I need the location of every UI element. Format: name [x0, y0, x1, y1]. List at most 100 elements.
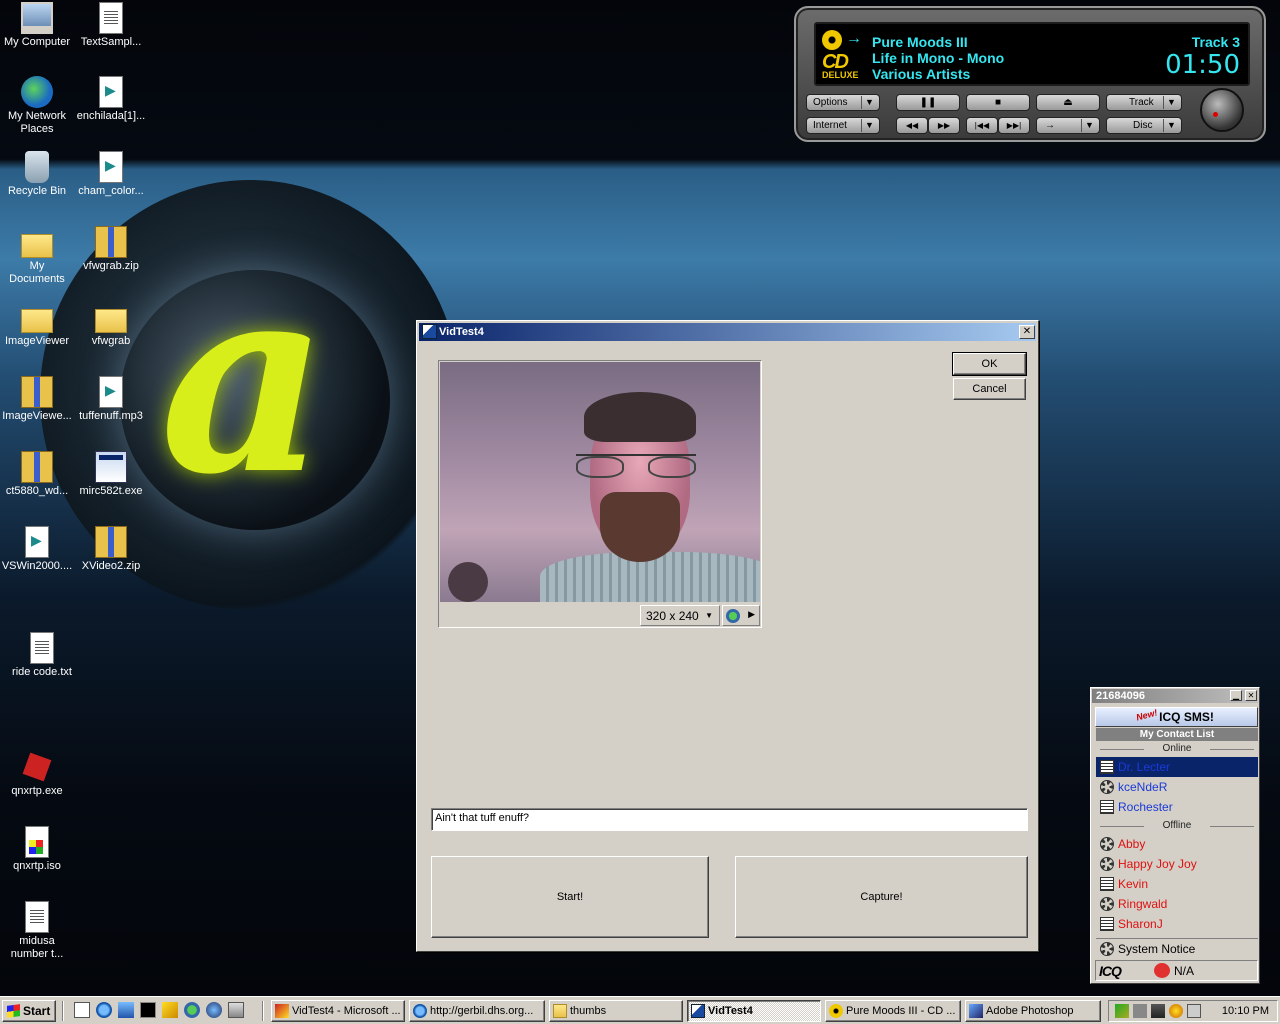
desktop-item-label: My Network Places	[7, 110, 67, 135]
system-notice-item[interactable]: System Notice	[1096, 938, 1258, 958]
icq-contact-window: 21684096 ▁ ✕ New! ICQ SMS! My Contact Li…	[1090, 687, 1260, 984]
web-contact-icon	[1100, 800, 1114, 814]
next-track-button[interactable]: ▶▶|	[998, 117, 1030, 134]
volume-knob[interactable]	[1200, 88, 1244, 132]
ct5880-desktop-item[interactable]: ct5880_wd...	[0, 451, 74, 498]
internet-button[interactable]: Internet ▼	[806, 117, 880, 134]
rewind-button[interactable]: ◀◀	[896, 117, 928, 134]
xvideo2-zip-icon	[95, 526, 127, 558]
quicklaunch-notepad-icon[interactable]	[74, 1002, 90, 1018]
taskbar-button-4[interactable]: Pure Moods III - CD ...	[825, 1000, 961, 1022]
quicklaunch-cmd-icon[interactable]	[140, 1002, 156, 1018]
cancel-button[interactable]: Cancel	[953, 378, 1026, 400]
my-documents-desktop-item[interactable]: My Documents	[0, 226, 74, 286]
start-button[interactable]: Start!	[431, 856, 709, 938]
next-track-icon: ▶▶|	[1006, 121, 1022, 130]
my-documents-icon	[21, 234, 53, 258]
eject-button[interactable]: ⏏	[1036, 94, 1100, 111]
status-icon[interactable]	[1154, 963, 1170, 978]
capture-button[interactable]: Capture!	[735, 856, 1028, 938]
status-text[interactable]: N/A	[1174, 964, 1194, 978]
midusa-desktop-item[interactable]: midusa number t...	[0, 901, 74, 961]
contact-item[interactable]: SharonJ	[1096, 914, 1258, 934]
disc-label: Disc	[1133, 120, 1153, 131]
ok-button[interactable]: OK	[952, 352, 1027, 376]
contact-item[interactable]: kceNdeR	[1096, 777, 1258, 797]
vswin2000-desktop-item[interactable]: VSWin2000....	[0, 526, 74, 573]
contact-item[interactable]: Ringwald	[1096, 894, 1258, 914]
fast-forward-button[interactable]: ▶▶	[928, 117, 960, 134]
quicklaunch-ie-icon[interactable]	[96, 1002, 112, 1018]
my-computer-desktop-item[interactable]: My Computer	[0, 2, 74, 49]
tray-speaker-icon[interactable]	[1187, 1004, 1201, 1018]
taskbar-button-3[interactable]: VidTest4	[687, 1000, 821, 1022]
options-button[interactable]: Options ▼	[806, 94, 880, 111]
ride-code-txt-desktop-item[interactable]: ride code.txt	[5, 632, 79, 679]
taskbar-button-1[interactable]: http://gerbil.dhs.org...	[409, 1000, 545, 1022]
quicklaunch-people-icon[interactable]	[206, 1002, 222, 1018]
taskbar-separator	[262, 1001, 264, 1021]
close-button[interactable]: ✕	[1019, 325, 1035, 339]
stop-icon: ■	[994, 97, 1002, 108]
track-button[interactable]: Track ▼	[1106, 94, 1182, 111]
desktop-item-label: ImageViewer	[5, 335, 69, 347]
start-button[interactable]: Start	[2, 1000, 56, 1022]
desktop-item-label: Recycle Bin	[7, 185, 67, 197]
icq-main-button[interactable]: ICQ	[1099, 963, 1122, 979]
quicklaunch-desktop-icon[interactable]	[118, 1002, 134, 1018]
song-title: Life in Mono - Mono	[872, 50, 1005, 66]
xvideo2-zip-desktop-item[interactable]: XVideo2.zip	[74, 526, 148, 573]
contact-item[interactable]: Rochester	[1096, 797, 1258, 817]
imageviewer-folder-desktop-item[interactable]: ImageViewer	[0, 301, 74, 348]
vfwgrab-zip-desktop-item[interactable]: vfwgrab.zip	[74, 226, 148, 273]
taskbar-button-label: Pure Moods III - CD ...	[846, 1005, 956, 1017]
taskbar-button-5[interactable]: Adobe Photoshop	[965, 1000, 1101, 1022]
vfwgrab-folder-desktop-item[interactable]: vfwgrab	[74, 301, 148, 348]
qnxrtp-exe-desktop-item[interactable]: qnxrtp.exe	[0, 751, 74, 798]
contact-item[interactable]: Happy Joy Joy	[1096, 854, 1258, 874]
qnxrtp-iso-desktop-item[interactable]: qnxrtp.iso	[0, 826, 74, 873]
contact-name: Rochester	[1118, 800, 1173, 814]
minimize-button[interactable]: ▁	[1230, 690, 1242, 701]
resolution-dropdown[interactable]: 320 x 240 ▼	[640, 605, 720, 626]
taskbar-clock[interactable]: 10:10 PM	[1222, 1005, 1269, 1017]
textsample-desktop-item[interactable]: TextSampl...	[74, 2, 148, 49]
icq-sms-button[interactable]: New! ICQ SMS!	[1095, 707, 1258, 727]
tray-plug-icon[interactable]	[1151, 1004, 1165, 1018]
pause-button[interactable]: ❚❚	[896, 94, 960, 111]
contact-item[interactable]: Abby	[1096, 834, 1258, 854]
tray-network-icon[interactable]	[1115, 1004, 1129, 1018]
taskbar-button-2[interactable]: thumbs	[549, 1000, 683, 1022]
quicklaunch-network-icon[interactable]	[184, 1002, 200, 1018]
taskbar-button-label: thumbs	[570, 1005, 607, 1017]
contact-item[interactable]: Dr. Lecter	[1096, 757, 1258, 777]
tray-icq-icon[interactable]	[1169, 1004, 1183, 1018]
video-source-button[interactable]: ▶	[722, 605, 760, 626]
message-input[interactable]: Ain't that tuff enuff?	[431, 808, 1028, 831]
taskbar-button-0[interactable]: VidTest4 - Microsoft ...	[271, 1000, 405, 1022]
close-icon: ✕	[1247, 691, 1255, 700]
previous-track-button[interactable]: |◀◀	[966, 117, 998, 134]
desktop-item-label: cham_color...	[78, 185, 144, 197]
my-network-places-desktop-item[interactable]: My Network Places	[0, 76, 74, 136]
artist-name: Various Artists	[872, 66, 971, 82]
windows-flag-icon	[7, 1004, 20, 1018]
contact-item[interactable]: Kevin	[1096, 874, 1258, 894]
tray-app-icon[interactable]	[1133, 1004, 1147, 1018]
disc-button[interactable]: Disc ▼	[1106, 117, 1182, 134]
stop-button[interactable]: ■	[966, 94, 1030, 111]
enchilada-desktop-item[interactable]: enchilada[1]...	[74, 76, 148, 123]
mirc582t-desktop-item[interactable]: mirc582t.exe	[74, 451, 148, 498]
tuffenuff-mp3-desktop-item[interactable]: tuffenuff.mp3	[74, 376, 148, 423]
imageviewer-zip-desktop-item[interactable]: ImageViewe...	[0, 376, 74, 423]
cham-color-desktop-item[interactable]: cham_color...	[74, 151, 148, 198]
quicklaunch-app-icon[interactable]	[228, 1002, 244, 1018]
quicklaunch-pencil-icon[interactable]	[162, 1002, 178, 1018]
taskbar-button-label: Adobe Photoshop	[986, 1005, 1074, 1017]
recycle-bin-desktop-item[interactable]: Recycle Bin	[0, 151, 74, 198]
qnxrtp-iso-icon	[25, 826, 49, 858]
play-mode-button[interactable]: → ▼	[1036, 117, 1100, 134]
vidtest4-titlebar[interactable]: VidTest4	[419, 323, 1036, 341]
icq-close-button[interactable]: ✕	[1245, 690, 1257, 701]
chevron-down-icon: ▼	[1163, 119, 1179, 132]
